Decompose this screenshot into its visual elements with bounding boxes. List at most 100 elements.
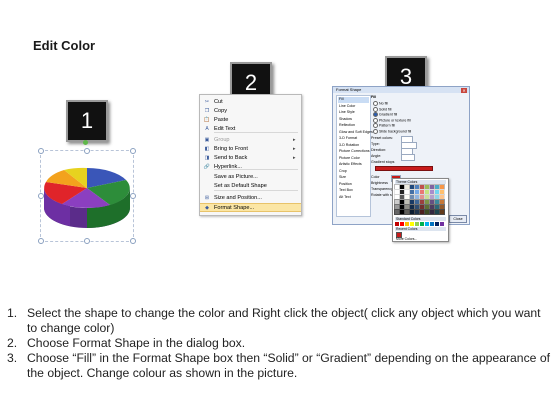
rotation-handle[interactable] xyxy=(83,140,88,145)
theme-color-swatch[interactable] xyxy=(399,194,405,200)
theme-color-swatch[interactable] xyxy=(429,184,435,190)
theme-color-swatch[interactable] xyxy=(424,204,430,210)
fill-option-radio[interactable]: Slide background fill xyxy=(373,128,411,134)
theme-color-swatch[interactable] xyxy=(414,199,420,205)
theme-color-swatch[interactable] xyxy=(424,194,430,200)
theme-color-swatch[interactable] xyxy=(424,189,430,195)
theme-color-swatch[interactable] xyxy=(394,209,400,215)
theme-color-swatch[interactable] xyxy=(404,194,410,200)
theme-color-swatch[interactable] xyxy=(419,199,425,205)
theme-color-swatch[interactable] xyxy=(404,199,410,205)
theme-color-swatch[interactable] xyxy=(394,189,400,195)
standard-color-swatch[interactable] xyxy=(420,222,424,226)
theme-color-swatch[interactable] xyxy=(424,184,430,190)
theme-color-swatch[interactable] xyxy=(419,194,425,200)
standard-color-swatch[interactable] xyxy=(430,222,434,226)
theme-color-swatch[interactable] xyxy=(434,189,440,195)
theme-color-swatch[interactable] xyxy=(409,204,415,210)
theme-color-swatch[interactable] xyxy=(434,184,440,190)
theme-color-swatch[interactable] xyxy=(414,189,420,195)
category-item[interactable]: 3-D Rotation xyxy=(338,143,369,149)
standard-color-swatch[interactable] xyxy=(435,222,439,226)
theme-color-swatch[interactable] xyxy=(399,184,405,190)
theme-color-swatch[interactable] xyxy=(394,199,400,205)
fill-option-radio[interactable]: No fill xyxy=(373,101,388,106)
menu-item-bring-to-front[interactable]: ◧ Bring to Front ▸ xyxy=(200,144,301,153)
theme-color-swatch[interactable] xyxy=(404,209,410,215)
theme-color-swatch[interactable] xyxy=(434,194,440,200)
standard-color-swatch[interactable] xyxy=(425,222,429,226)
close-icon[interactable]: ✕ xyxy=(461,87,467,93)
category-item[interactable]: Line Style xyxy=(338,110,369,116)
theme-color-swatch[interactable] xyxy=(409,189,415,195)
theme-color-swatch[interactable] xyxy=(439,189,445,195)
menu-item-group[interactable]: ▣ Group ▸ xyxy=(200,135,301,144)
standard-color-swatch[interactable] xyxy=(400,222,404,226)
theme-color-swatch[interactable] xyxy=(399,189,405,195)
selection-handle[interactable] xyxy=(130,148,136,154)
theme-color-swatch[interactable] xyxy=(424,199,430,205)
theme-color-swatch[interactable] xyxy=(409,194,415,200)
theme-color-swatch[interactable] xyxy=(404,204,410,210)
theme-color-swatch[interactable] xyxy=(429,194,435,200)
theme-color-swatch[interactable] xyxy=(399,199,405,205)
theme-color-swatch[interactable] xyxy=(404,189,410,195)
gradient-stops-bar[interactable] xyxy=(375,166,433,171)
theme-color-swatch[interactable] xyxy=(414,209,420,215)
theme-color-swatch[interactable] xyxy=(399,209,405,215)
standard-color-swatch[interactable] xyxy=(410,222,414,226)
theme-color-swatch[interactable] xyxy=(439,204,445,210)
theme-color-swatch[interactable] xyxy=(409,199,415,205)
theme-color-swatch[interactable] xyxy=(429,204,435,210)
close-button[interactable]: Close xyxy=(449,215,467,223)
theme-color-swatch[interactable] xyxy=(429,209,435,215)
category-item[interactable]: Artistic Effects xyxy=(338,162,369,168)
category-item[interactable]: Shadow xyxy=(338,117,369,123)
theme-color-swatch[interactable] xyxy=(434,199,440,205)
theme-color-swatch[interactable] xyxy=(419,204,425,210)
theme-color-swatch[interactable] xyxy=(429,199,435,205)
standard-color-swatch[interactable] xyxy=(440,222,444,226)
menu-item-format-shape[interactable]: ◆ Format Shape... xyxy=(200,203,301,212)
menu-item-cut[interactable]: ✂ Cut xyxy=(200,97,301,106)
category-item[interactable]: Glow and Soft Edges xyxy=(338,130,373,136)
menu-item-size-and-position[interactable]: ⊞ Size and Position... xyxy=(200,193,301,202)
theme-color-swatch[interactable] xyxy=(434,209,440,215)
category-item[interactable]: Position xyxy=(338,182,369,188)
theme-color-swatch[interactable] xyxy=(439,199,445,205)
selection-handle[interactable] xyxy=(130,238,136,244)
category-item[interactable]: Fill xyxy=(338,97,369,103)
standard-color-swatch[interactable] xyxy=(395,222,399,226)
theme-color-swatch[interactable] xyxy=(424,209,430,215)
fill-option-radio[interactable]: Picture or texture fill xyxy=(373,117,411,123)
theme-color-swatch[interactable] xyxy=(414,194,420,200)
theme-color-swatch[interactable] xyxy=(419,209,425,215)
theme-color-swatch[interactable] xyxy=(404,184,410,190)
fill-option-radio[interactable]: Gradient fill xyxy=(373,112,397,117)
category-item[interactable]: Reflection xyxy=(338,123,369,129)
category-item[interactable]: Text Box xyxy=(338,188,369,194)
theme-color-swatch[interactable] xyxy=(419,184,425,190)
category-item[interactable]: Alt Text xyxy=(338,195,369,201)
theme-color-swatch[interactable] xyxy=(439,209,445,215)
selection-handle[interactable] xyxy=(84,148,90,154)
more-colors-link[interactable]: More Colors... xyxy=(396,237,417,241)
fill-option-radio[interactable]: Solid fill xyxy=(373,106,391,112)
theme-color-swatch[interactable] xyxy=(414,204,420,210)
theme-color-swatch[interactable] xyxy=(399,204,405,210)
standard-color-swatch[interactable] xyxy=(405,222,409,226)
category-item[interactable]: Crop xyxy=(338,169,369,175)
selection-handle[interactable] xyxy=(38,148,44,154)
theme-color-swatch[interactable] xyxy=(409,184,415,190)
menu-item-send-to-back[interactable]: ◨ Send to Back ▸ xyxy=(200,153,301,162)
category-item[interactable]: 3-D Format xyxy=(338,136,369,142)
menu-item-set-as-default-shape[interactable]: Set as Default Shape xyxy=(200,181,301,190)
menu-item-copy[interactable]: ❐ Copy xyxy=(200,106,301,115)
category-item[interactable]: Size xyxy=(338,175,369,181)
theme-color-swatch[interactable] xyxy=(414,184,420,190)
theme-color-swatch[interactable] xyxy=(394,184,400,190)
angle-input[interactable] xyxy=(401,154,415,161)
menu-item-save-as-picture[interactable]: Save as Picture... xyxy=(200,172,301,181)
category-item[interactable]: Picture Corrections xyxy=(338,149,370,155)
theme-color-swatch[interactable] xyxy=(394,204,400,210)
